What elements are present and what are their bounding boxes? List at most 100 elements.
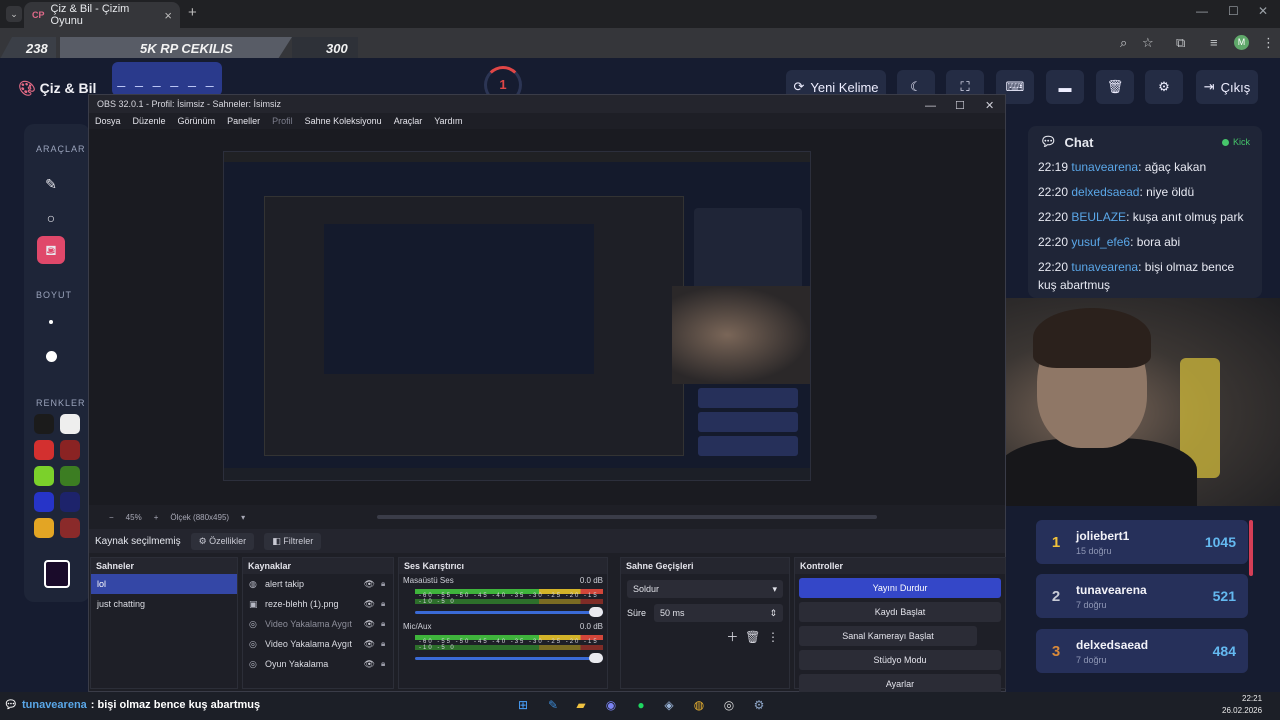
source-item[interactable]: ◎ Video Yakalama Aygıt 👁︎ 🔒︎ [243, 614, 393, 634]
close-tab-icon[interactable]: × [164, 8, 172, 23]
zoom-out-icon[interactable]: − [109, 513, 114, 522]
zoom-icon[interactable]: ⌕ [1120, 35, 1127, 51]
duration-label: Süre [627, 608, 647, 618]
add-transition-icon[interactable]: ＋ [726, 630, 738, 644]
brush-tool-icon[interactable]: ✎ [37, 170, 65, 198]
spotify-icon[interactable]: ● [632, 696, 650, 714]
current-color-swatch[interactable] [44, 560, 70, 588]
volume-slider[interactable] [415, 607, 603, 617]
exit-button[interactable]: ⇥ Çıkış [1196, 70, 1258, 104]
archive-icon: ▬ [1058, 79, 1072, 95]
properties-button[interactable]: ⚙ Özellikler [190, 532, 255, 550]
editor-icon[interactable]: ✎ [544, 696, 562, 714]
size-label: BOYUT [36, 290, 73, 300]
more-options-icon[interactable]: ⋮ [767, 630, 779, 644]
slider-knob[interactable] [589, 607, 603, 617]
volume-slider[interactable] [415, 653, 603, 663]
source-item[interactable]: ◎ Video Yakalama Aygıt 👁︎ 🔒︎ [243, 634, 393, 654]
duration-input[interactable]: 50 ms ⇕ [654, 604, 783, 622]
lock-icon[interactable]: 🔒︎ [381, 614, 393, 634]
settings-button[interactable]: ⚙ [1145, 70, 1183, 104]
obs-menu-item[interactable]: Dosya [95, 113, 121, 129]
color-swatch[interactable] [60, 440, 80, 460]
lock-icon[interactable]: 🔒︎ [381, 574, 393, 594]
obs-menu-item[interactable]: Paneller [227, 113, 260, 129]
start-virtual-camera-button[interactable]: Sanal Kamerayı Başlat [799, 626, 977, 646]
maximize-icon[interactable]: ☐ [1228, 4, 1239, 18]
profile-avatar[interactable]: M [1234, 35, 1249, 50]
color-swatch[interactable] [60, 414, 80, 434]
stop-streaming-button[interactable]: Yayını Durdur [799, 578, 1001, 598]
source-item[interactable]: ◎ Oyun Yakalama 👁︎ 🔒︎ [243, 654, 393, 674]
obs-menu-item[interactable]: Profil [272, 113, 293, 129]
size-small-option[interactable] [49, 320, 53, 324]
obs-close-icon[interactable]: ✕ [985, 97, 994, 115]
source-item[interactable]: ◍ alert takip 👁︎ 🔒︎ [243, 574, 393, 594]
color-swatch[interactable] [34, 466, 54, 486]
transition-select[interactable]: Soldur ▾ [627, 580, 783, 598]
minimize-icon[interactable]: — [1196, 4, 1208, 18]
lock-icon[interactable]: 🔒︎ [381, 634, 393, 654]
menu-icon[interactable]: ⋮ [1262, 35, 1275, 51]
steam-icon[interactable]: ◈ [660, 696, 678, 714]
circle-tool-icon[interactable]: ○ [37, 204, 65, 232]
browser-tab[interactable]: CP Çiz & Bil - Çizim Oyunu × [24, 2, 180, 28]
leaderboard-scrollbar[interactable] [1249, 520, 1253, 576]
visibility-eye-icon[interactable]: 👁︎ [364, 614, 375, 634]
obs-menu-item[interactable]: Yardım [434, 113, 462, 129]
settings-app-icon[interactable]: ⚙ [750, 696, 768, 714]
visibility-eye-icon[interactable]: 👁︎ [364, 654, 375, 674]
visibility-eye-icon[interactable]: 👁︎ [364, 574, 375, 594]
obs-minimize-icon[interactable]: — [925, 97, 936, 115]
bookmark-star-icon[interactable]: ☆ [1142, 35, 1154, 51]
settings-button[interactable]: Ayarlar [799, 674, 1001, 694]
lock-icon[interactable]: 🔒︎ [381, 594, 393, 614]
lock-icon[interactable]: 🔒︎ [381, 654, 393, 674]
message-user: delxedsaead [1071, 185, 1140, 199]
player-points: 1045 [1204, 534, 1236, 550]
chrome-icon[interactable]: ◍ [690, 696, 708, 714]
new-tab-icon[interactable]: + [188, 4, 197, 21]
scene-item[interactable]: lol [91, 574, 237, 594]
preview-scrollbar[interactable] [377, 515, 878, 519]
scene-item[interactable]: just chatting [91, 594, 237, 614]
zoom-in-icon[interactable]: + [154, 513, 159, 522]
obs-maximize-icon[interactable]: ☐ [955, 97, 965, 115]
obs-menu-item[interactable]: Araçlar [394, 113, 423, 129]
source-item[interactable]: ▣ reze-blehh (1).png 👁︎ 🔒︎ [243, 594, 393, 614]
start-recording-button[interactable]: Kaydı Başlat [799, 602, 1001, 622]
obs-menu-item[interactable]: Sahne Koleksiyonu [305, 113, 382, 129]
obs-icon[interactable]: ◎ [720, 696, 738, 714]
color-swatch[interactable] [60, 518, 80, 538]
color-swatch[interactable] [34, 492, 54, 512]
filters-button[interactable]: ◧ Filtreler [264, 532, 322, 550]
media-icon[interactable]: ≡ [1210, 35, 1218, 50]
person-hair [1033, 308, 1151, 368]
file-explorer-icon[interactable]: ▰ [572, 696, 590, 714]
fill-tool-icon[interactable]: ⛾ [37, 236, 65, 264]
close-window-icon[interactable]: ✕ [1258, 4, 1268, 18]
start-menu-icon[interactable]: ⊞ [514, 696, 532, 714]
color-swatch[interactable] [34, 518, 54, 538]
remove-transition-icon[interactable]: 🗑︎ [745, 630, 760, 644]
tab-list-button[interactable]: ⌄ [6, 6, 22, 22]
visibility-eye-icon[interactable]: 👁︎ [364, 594, 375, 614]
studio-mode-button[interactable]: Stüdyo Modu [799, 650, 1001, 670]
visibility-eye-icon[interactable]: 👁︎ [364, 634, 375, 654]
slider-knob[interactable] [589, 653, 603, 663]
discord-icon[interactable]: ◉ [602, 696, 620, 714]
obs-menu-item[interactable]: Düzenle [133, 113, 166, 129]
obs-preview[interactable] [89, 129, 1005, 505]
color-swatch[interactable] [34, 440, 54, 460]
color-swatch[interactable] [60, 492, 80, 512]
size-large-option[interactable] [46, 351, 57, 362]
scale-dropdown-icon[interactable]: ▾ [241, 513, 245, 522]
color-swatch[interactable] [60, 466, 80, 486]
archive-button[interactable]: ▬ [1046, 70, 1084, 104]
color-swatch[interactable] [34, 414, 54, 434]
delete-button[interactable]: 🗑︎ [1096, 70, 1134, 104]
transitions-dock: Sahne Geçişleri Soldur ▾ Süre 50 ms ⇕ ＋ 🗑︎… [620, 557, 790, 689]
message-user: yusuf_efe6 [1071, 235, 1131, 249]
obs-menu-item[interactable]: Görünüm [178, 113, 216, 129]
extensions-icon[interactable]: ⧉ [1176, 35, 1185, 51]
